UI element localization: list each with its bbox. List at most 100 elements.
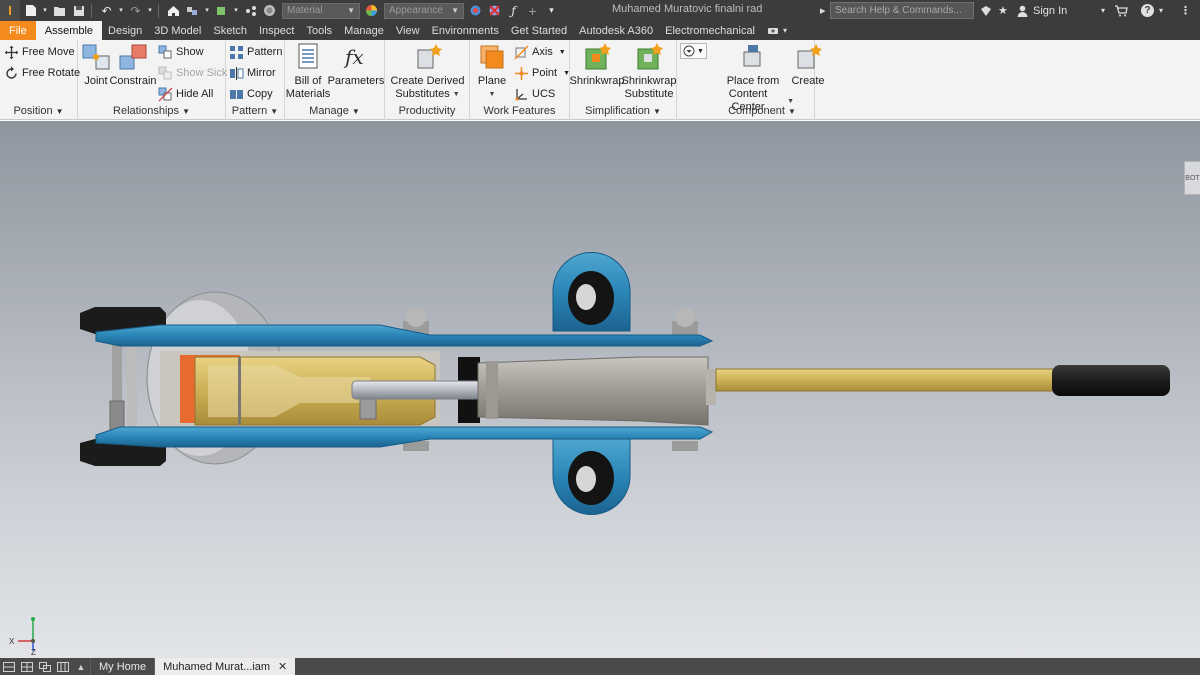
panel-title: Work Features	[483, 105, 556, 117]
sign-in-dropdown-icon[interactable]: ▾	[1101, 2, 1105, 19]
tab-manage[interactable]: Manage	[338, 21, 390, 40]
ilogic-icon[interactable]	[242, 2, 259, 19]
tab-tools[interactable]: Tools	[300, 21, 338, 40]
tab-environments[interactable]: Environments	[426, 21, 505, 40]
assembly-model[interactable]	[0, 121, 1200, 658]
free-rotate-label: Free Rotate	[22, 67, 81, 79]
chevron-down-icon: ▼	[270, 107, 279, 116]
tab-inspect[interactable]: Inspect	[253, 21, 300, 40]
update-icon[interactable]	[213, 2, 230, 19]
fx-icon[interactable]: ƒ	[505, 2, 522, 19]
create-component-button[interactable]: Create	[790, 42, 826, 88]
panel-simplification: Shrinkwrap Shrinkwrap Substitute Simplif…	[569, 40, 677, 120]
parameters-button[interactable]: fx Parameters	[328, 42, 385, 88]
panel-label-productivity[interactable]: Productivity	[385, 105, 469, 119]
joint-button[interactable]: Joint	[81, 42, 111, 88]
free-rotate-button[interactable]: Free Rotate	[4, 64, 80, 82]
chevron-down-icon: ▼	[488, 91, 496, 98]
undo-dropdown-icon[interactable]: ▾	[117, 2, 125, 19]
select-filter-icon[interactable]	[184, 2, 201, 19]
sws-label-line2: Substitute	[624, 88, 674, 100]
tile-horizontal-icon[interactable]	[0, 658, 18, 675]
customize-dropdown-icon[interactable]: ▾	[543, 2, 560, 19]
svg-text:fx: fx	[343, 45, 364, 69]
constrain-button[interactable]: Constrain	[109, 42, 157, 88]
tab-assemble[interactable]: Assemble	[35, 21, 103, 40]
user-icon[interactable]	[1017, 2, 1028, 19]
show-sick-button[interactable]: Show Sick	[158, 64, 227, 82]
tile-vertical-icon[interactable]	[54, 658, 72, 675]
axis-button[interactable]: Axis ▼	[514, 43, 566, 61]
search-expand-icon[interactable]: ▸	[820, 2, 826, 19]
tab-view[interactable]: View	[390, 21, 426, 40]
sign-in-link[interactable]: Sign In	[1033, 2, 1067, 19]
open-icon[interactable]	[51, 2, 68, 19]
undo-icon[interactable]: ↶	[98, 2, 115, 19]
chevron-down-icon: ▼	[351, 107, 360, 116]
panel-label-pattern[interactable]: Pattern ▼	[226, 105, 284, 119]
plane-button[interactable]: Plane ▼	[474, 42, 510, 101]
free-move-button[interactable]: Free Move	[4, 43, 75, 61]
graphics-viewport[interactable]: BOT X Z	[0, 121, 1200, 658]
appearance-icon[interactable]	[363, 2, 380, 19]
tile-grid-icon[interactable]	[18, 658, 36, 675]
window-controls-icon[interactable]: ⋮	[1180, 2, 1191, 19]
color-wheel-icon[interactable]	[261, 2, 278, 19]
redo-icon[interactable]: ↷	[127, 2, 144, 19]
pattern-button[interactable]: Pattern	[229, 43, 282, 61]
tab-3d-model[interactable]: 3D Model	[148, 21, 207, 40]
appearance-dropdown[interactable]: Appearance ▼	[384, 2, 464, 19]
tab-sketch[interactable]: Sketch	[207, 21, 253, 40]
panel-label-manage[interactable]: Manage ▼	[285, 105, 384, 119]
star-icon[interactable]: ★	[998, 2, 1008, 19]
tab-electromechanical[interactable]: Electromechanical	[659, 21, 761, 40]
search-input[interactable]: Search Help & Commands...	[830, 2, 974, 19]
document-list-icon[interactable]: ▲	[72, 658, 90, 675]
help-dropdown-icon[interactable]: ▾	[1159, 2, 1163, 19]
inventor-logo-icon[interactable]: I	[0, 0, 20, 21]
tab-get-started[interactable]: Get Started	[505, 21, 573, 40]
shrinkwrap-substitute-button[interactable]: Shrinkwrap Substitute	[621, 42, 677, 101]
adjust-appearance-icon[interactable]	[467, 2, 484, 19]
mirror-button[interactable]: Mirror	[229, 64, 276, 82]
plus-icon[interactable]: +	[524, 2, 541, 19]
tab-file[interactable]: File	[0, 21, 36, 40]
copy-button[interactable]: Copy	[229, 85, 273, 103]
view-cube-tab[interactable]: BOT	[1184, 161, 1200, 195]
save-icon[interactable]	[70, 2, 87, 19]
redo-dropdown-icon[interactable]: ▾	[146, 2, 154, 19]
clear-appearance-icon[interactable]	[486, 2, 503, 19]
doc-tab-assembly[interactable]: Muhamed Murat...iam ✕	[154, 658, 296, 675]
bill-of-materials-button[interactable]: Bill of Materials	[286, 42, 330, 101]
doc-tab-my-home[interactable]: My Home	[90, 658, 154, 675]
panel-label-simplification[interactable]: Simplification ▼	[570, 105, 676, 119]
cart-icon[interactable]	[1115, 2, 1128, 19]
new-dropdown-icon[interactable]: ▾	[41, 2, 49, 19]
select-filter-dropdown-icon[interactable]: ▾	[203, 2, 211, 19]
update-dropdown-icon[interactable]: ▾	[232, 2, 240, 19]
hide-all-button[interactable]: Hide All	[158, 85, 213, 103]
appearance-dropdown-value: Appearance	[389, 5, 443, 16]
home-icon[interactable]	[165, 2, 182, 19]
shrinkwrap-button[interactable]: Shrinkwrap	[569, 42, 625, 88]
material-dropdown[interactable]: Material ▼	[282, 2, 360, 19]
show-button[interactable]: Show	[158, 43, 204, 61]
help-icon[interactable]: ?	[1141, 2, 1154, 19]
ucs-button[interactable]: UCS	[514, 85, 555, 103]
tab-design[interactable]: Design	[102, 21, 148, 40]
more-tools-dropdown[interactable]: ▼	[680, 43, 707, 59]
panel-label-relationships[interactable]: Relationships ▼	[78, 105, 225, 119]
tab-autodesk-a360[interactable]: Autodesk A360	[573, 21, 659, 40]
new-icon[interactable]	[22, 2, 39, 19]
lower-wheel-hub	[576, 466, 596, 492]
cascade-icon[interactable]	[36, 658, 54, 675]
panel-label-work-features[interactable]: Work Features	[470, 105, 569, 119]
panel-label-component[interactable]: Component ▼	[710, 105, 814, 119]
place-from-content-center-button[interactable]: Place from Content Center ▼	[712, 42, 794, 114]
create-derived-substitutes-button[interactable]: Create Derived Substitutes ▼	[387, 42, 468, 101]
panel-label-position[interactable]: Position ▼	[0, 105, 77, 119]
ribbon-display-toggle-icon[interactable]: ▾	[761, 21, 793, 40]
point-button[interactable]: Point ▼	[514, 64, 570, 82]
close-icon[interactable]: ✕	[278, 660, 287, 673]
binoculars-icon[interactable]	[980, 2, 992, 19]
